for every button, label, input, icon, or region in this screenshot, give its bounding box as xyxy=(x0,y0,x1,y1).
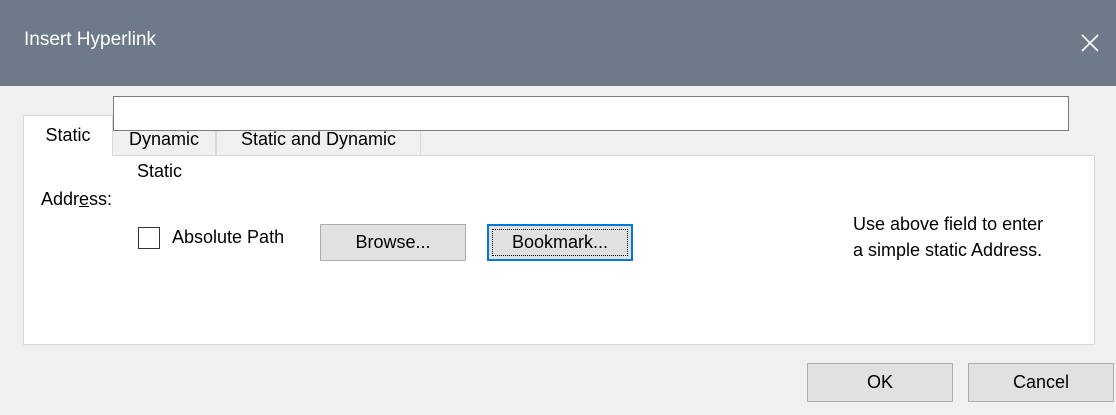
tab-static[interactable]: Static xyxy=(23,115,113,156)
address-input[interactable] xyxy=(113,96,1069,131)
browse-button[interactable]: Browse... xyxy=(320,224,466,261)
title-bar: Insert Hyperlink xyxy=(0,0,1116,86)
address-label-post: ss: xyxy=(89,189,113,209)
absolute-path-checkbox[interactable] xyxy=(138,227,160,249)
focus-rectangle xyxy=(492,229,628,256)
insert-hyperlink-dialog: Insert Hyperlink Static Dynamic Static a… xyxy=(0,0,1116,415)
close-icon xyxy=(1081,34,1099,52)
dialog-content: Static Dynamic Static and Dynamic Static… xyxy=(0,86,1116,415)
tab-static-and-dynamic-label: Static and Dynamic xyxy=(240,129,397,149)
tab-dynamic-label: Dynamic xyxy=(128,129,199,149)
static-group-label: Static xyxy=(137,161,183,181)
ok-button[interactable]: OK xyxy=(807,363,953,402)
address-label-pre: Addr xyxy=(41,189,80,209)
static-tab-panel: Static Address: Absolute Path Browse... … xyxy=(23,155,1095,345)
address-label: Address: xyxy=(41,189,112,210)
address-label-mnemonic: e xyxy=(79,189,90,209)
tab-static-label: Static xyxy=(45,125,91,145)
hint-line-2: a simple static Address. xyxy=(853,240,1043,260)
close-button[interactable] xyxy=(1066,0,1116,86)
bookmark-button[interactable]: Bookmark... xyxy=(487,224,633,261)
hint-line-1: Use above field to enter xyxy=(853,214,1044,234)
window-title: Insert Hyperlink xyxy=(24,29,156,50)
absolute-path-label[interactable]: Absolute Path xyxy=(172,227,284,248)
cancel-button[interactable]: Cancel xyxy=(968,363,1114,402)
